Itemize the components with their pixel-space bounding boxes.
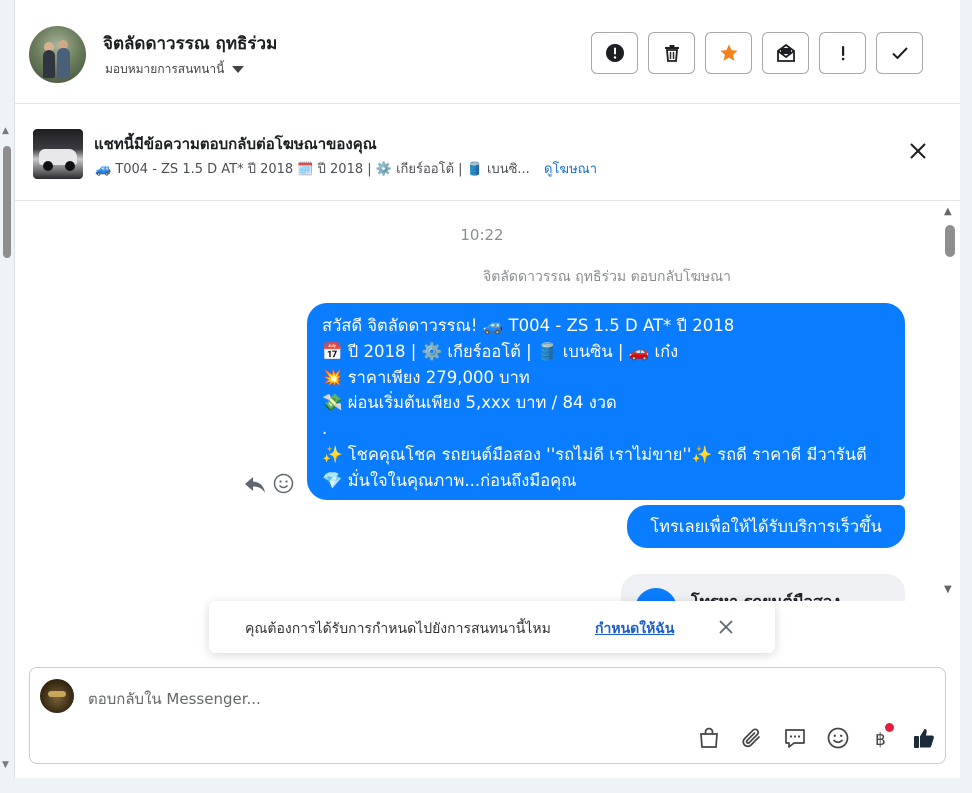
svg-text:฿: ฿ [875,730,886,750]
paperclip-icon [742,728,760,748]
delete-button[interactable] [648,32,695,74]
ad-reply-banner: แชทนี้มีข้อความตอบกลับต่อโฆษณาของคุณ 🚙 T… [15,105,961,201]
reply-icon[interactable] [243,474,267,496]
react-emoji-icon[interactable] [273,473,294,494]
assign-toast: คุณต้องการได้รับการกำหนดไปยังการสนทนานี้… [209,601,775,653]
message-bubble[interactable]: สวัสดี จิตลัดดาวรรณ! 🚙 T004 - ZS 1.5 D A… [307,303,905,500]
ad-banner-subtitle: 🚙 T004 - ZS 1.5 D AT* ปี 2018 🗓️ ปี 2018… [95,162,530,177]
message-line: 💥 ราคาเพียง 279,000 บาท [322,367,530,387]
assign-toast-text: คุณต้องการได้รับการกำหนดไปยังการสนทนานี้… [245,621,551,637]
like-icon [914,729,934,748]
scroll-down-arrow-icon[interactable]: ▼ [2,760,9,770]
close-icon[interactable] [716,617,736,637]
trash-icon [664,45,679,62]
close-icon[interactable] [907,140,929,162]
thread-scroll-up-icon[interactable]: ▲ [944,206,952,217]
view-ad-link[interactable]: ดูโฆษณา [544,158,597,179]
message-thread: ▲ ▼ 10:22 จิตลัดดาวรรณ ฤทธิร่วม ตอบกลับโ… [15,201,961,601]
mark-unread-button[interactable] [762,32,809,74]
emoji-icon [827,727,849,749]
emoji-button[interactable] [823,723,853,753]
saved-reply-icon [785,729,805,748]
page-avatar [40,679,74,713]
scroll-up-arrow-icon[interactable]: ▲ [2,126,9,136]
panel-scrollbar[interactable]: ▲ ▼ [1,120,13,780]
ad-banner-title: แชทนี้มีข้อความตอบกลับต่อโฆษณาของคุณ [94,135,377,153]
reply-input[interactable]: ตอบกลับใน Messenger... [88,687,261,711]
message-line: 💎 มั่นใจในคุณภาพ...ก่อนถึงมือคุณ [322,470,577,490]
message-line: สวัสดี จิตลัดดาวรรณ! 🚙 T004 - ZS 1.5 D A… [322,316,735,335]
spam-button[interactable] [591,32,638,74]
contact-name[interactable]: จิตลัดดาวรรณ ฤทธิร่วม [103,30,277,57]
caret-down-icon [232,66,245,73]
shopping-bag-icon [700,727,718,748]
conversation-panel: ▲ ▼ จิตลัดดาวรรณ ฤทธิร่วม มอบหมายการสนทน… [2,0,961,778]
contact-avatar[interactable] [29,26,86,83]
notification-dot [885,723,894,732]
assign-to-me-link[interactable]: กำหนดให้ฉัน [595,618,674,640]
phone-icon [635,588,677,601]
message-line: 📅 ปี 2018 | ⚙️ เกียร์ออโต้ | 🛢️ เบนซิน |… [322,341,679,361]
message-line: ✨ โชคคุณโชค รถยนต์มือสอง ''รถไม่ดี เราไม… [322,444,867,464]
attach-button[interactable] [737,723,767,753]
star-icon [719,44,738,61]
call-card[interactable]: โทรหา รถยนต์มือสอง [621,574,905,601]
mail-open-icon [776,43,795,62]
payment-button[interactable]: ฿ [866,723,896,753]
alert-circle-icon [605,44,624,62]
mark-done-button[interactable] [876,32,923,74]
conversation-header: จิตลัดดาวรรณ ฤทธิร่วม มอบหมายการสนทนานี้ [15,0,961,104]
message-line: 💸 ผ่อนเริ่มต้นเพียง 5,xxx บาท / 84 งวด [322,393,617,413]
thread-scroll-down-icon[interactable]: ▼ [944,584,952,595]
follow-up-button[interactable] [819,32,866,74]
message-line: . [322,419,328,439]
check-icon [891,47,908,60]
scroll-thumb[interactable] [3,146,11,258]
ad-thumbnail[interactable] [33,129,83,179]
assign-label: มอบหมายการสนทนานี้ [105,62,225,76]
composer-toolbar: ฿ [694,723,939,753]
exclamation-icon [841,46,844,61]
call-prompt-bubble[interactable]: โทรเลยเพื่อให้ได้รับบริการเร็วขึ้น [627,505,905,548]
like-button[interactable] [909,723,939,753]
call-card-title: โทรหา รถยนต์มือสอง [691,590,840,601]
star-button[interactable] [705,32,752,74]
saved-reply-button[interactable] [780,723,810,753]
reply-composer: ตอบกลับใน Messenger... ฿ [29,667,946,764]
replied-to-ad-note: จิตลัดดาวรรณ ฤทธิร่วม ตอบกลับโฆษณา [483,269,731,285]
shop-button[interactable] [694,723,724,753]
assign-conversation-dropdown[interactable]: มอบหมายการสนทนานี้ [105,60,245,79]
message-timestamp: 10:22 [460,226,504,244]
